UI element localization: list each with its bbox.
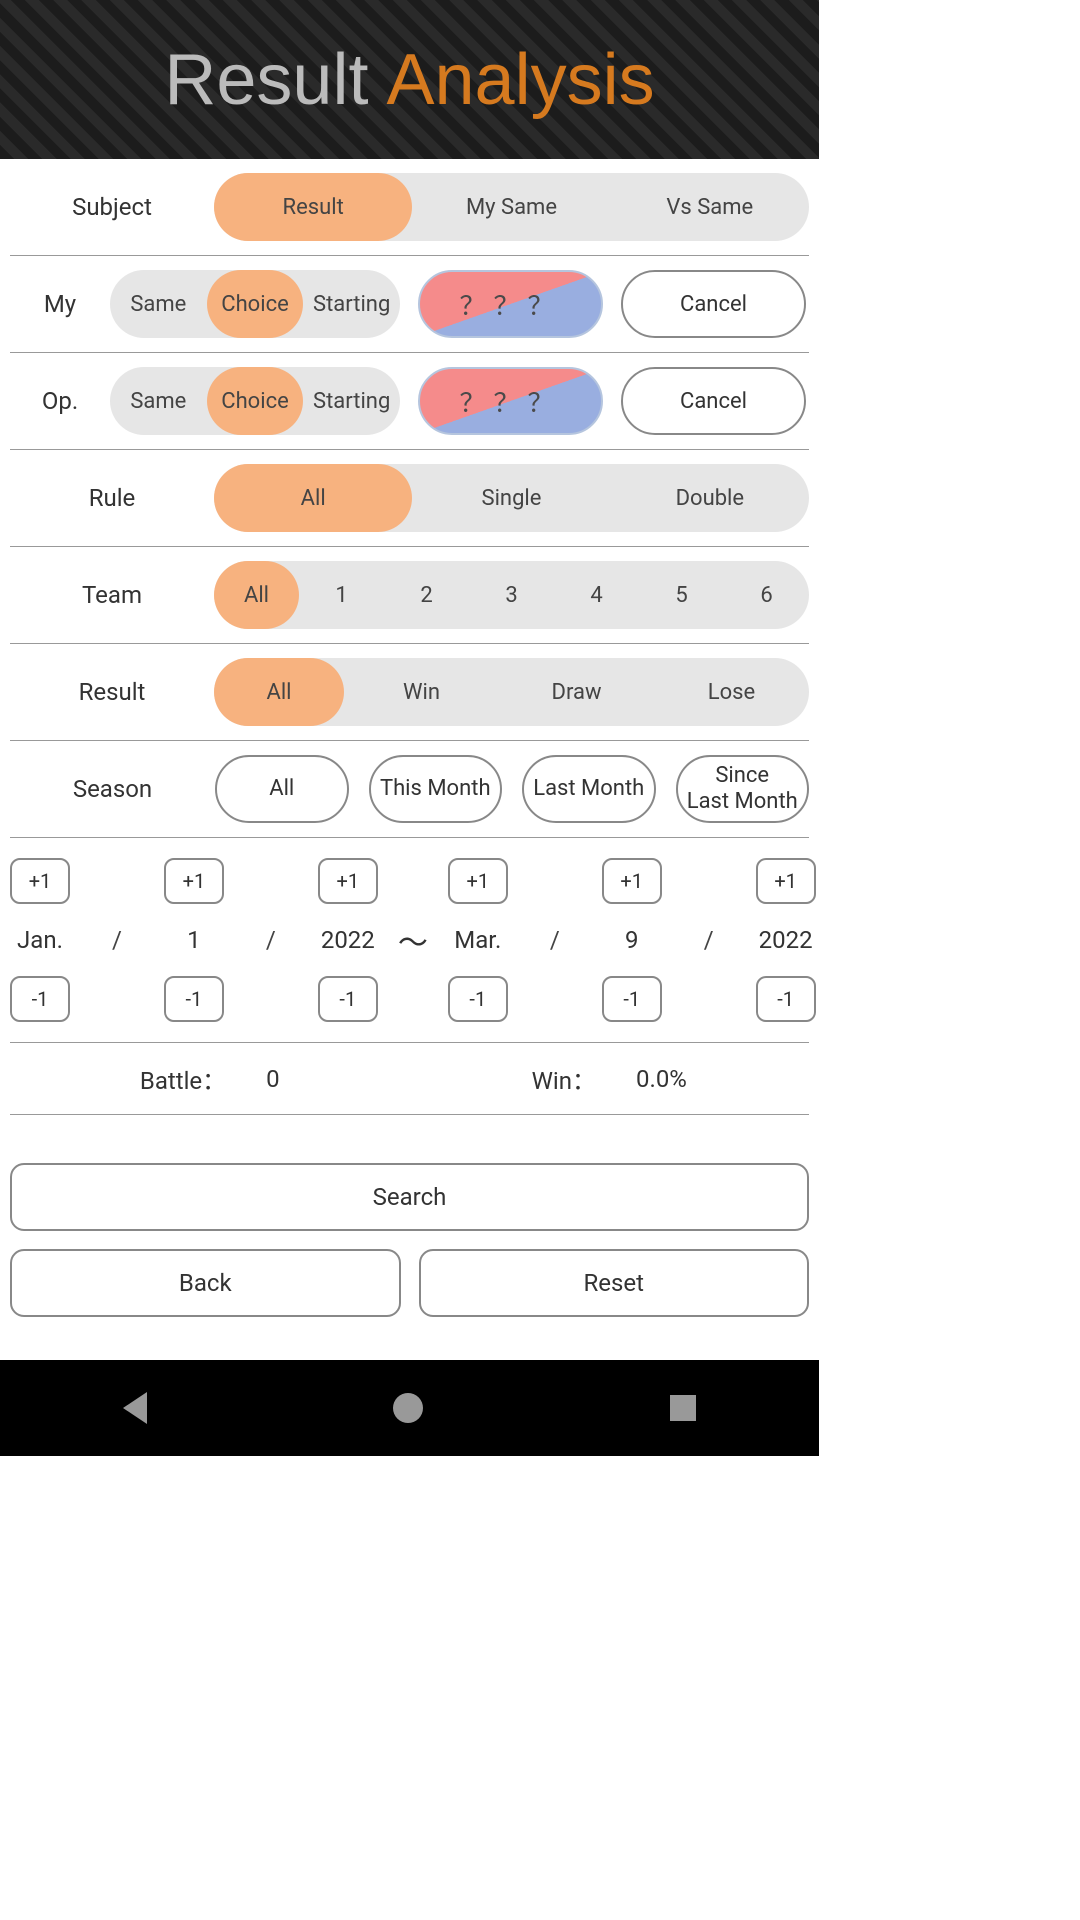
android-home-icon[interactable] bbox=[393, 1393, 423, 1423]
team-option-5[interactable]: 5 bbox=[639, 561, 724, 629]
from-day-minus-button[interactable]: -1 bbox=[164, 976, 224, 1022]
search-button[interactable]: Search bbox=[10, 1163, 809, 1231]
season-option-since-last-month[interactable]: Since Last Month bbox=[676, 755, 810, 823]
my-label: My bbox=[10, 290, 110, 318]
from-day-value: 1 bbox=[187, 926, 201, 954]
season-label: Season bbox=[10, 775, 215, 803]
team-option-6[interactable]: 6 bbox=[724, 561, 809, 629]
from-year-plus-button[interactable]: +1 bbox=[318, 858, 378, 904]
result-option-lose[interactable]: Lose bbox=[654, 658, 809, 726]
op-option-choice[interactable]: Choice bbox=[207, 367, 304, 435]
from-month-minus-button[interactable]: -1 bbox=[10, 976, 70, 1022]
subject-label: Subject bbox=[10, 193, 214, 221]
header: Result Analysis bbox=[0, 0, 819, 159]
from-month-value: Jan. bbox=[17, 926, 63, 954]
my-option-choice[interactable]: Choice bbox=[207, 270, 304, 338]
rule-option-all[interactable]: All bbox=[214, 464, 412, 532]
date-sep: / bbox=[254, 926, 288, 954]
team-option-all[interactable]: All bbox=[214, 561, 299, 629]
my-cancel-button[interactable]: Cancel bbox=[621, 270, 806, 338]
subject-option-my-same[interactable]: My Same bbox=[412, 173, 610, 241]
rule-label: Rule bbox=[10, 484, 214, 512]
result-option-all[interactable]: All bbox=[214, 658, 344, 726]
to-day-minus-button[interactable]: -1 bbox=[602, 976, 662, 1022]
rule-option-single[interactable]: Single bbox=[412, 464, 610, 532]
op-cancel-button[interactable]: Cancel bbox=[621, 367, 806, 435]
team-option-4[interactable]: 4 bbox=[554, 561, 639, 629]
team-option-3[interactable]: 3 bbox=[469, 561, 554, 629]
result-label: Result bbox=[10, 678, 214, 706]
to-year-minus-button[interactable]: -1 bbox=[756, 976, 816, 1022]
date-sep: / bbox=[538, 926, 572, 954]
my-indicator[interactable]: ？？？ bbox=[418, 270, 603, 338]
to-day-value: 9 bbox=[625, 926, 639, 954]
season-option-last-month[interactable]: Last Month bbox=[522, 755, 656, 823]
tilde-icon: 〜 bbox=[378, 918, 448, 962]
to-day-plus-button[interactable]: +1 bbox=[602, 858, 662, 904]
from-year-value: 2022 bbox=[321, 926, 375, 954]
from-day-plus-button[interactable]: +1 bbox=[164, 858, 224, 904]
android-recent-icon[interactable] bbox=[670, 1395, 696, 1421]
op-option-same[interactable]: Same bbox=[110, 367, 207, 435]
win-value: 0.0% bbox=[636, 1065, 687, 1093]
to-year-plus-button[interactable]: +1 bbox=[756, 858, 816, 904]
op-option-starting[interactable]: Starting bbox=[303, 367, 400, 435]
to-month-value: Mar. bbox=[454, 926, 501, 954]
header-title-1: Result bbox=[164, 39, 368, 121]
battle-label: Battle： bbox=[140, 1061, 226, 1096]
team-label: Team bbox=[10, 581, 214, 609]
season-option-this-month[interactable]: This Month bbox=[369, 755, 503, 823]
battle-value: 0 bbox=[266, 1065, 280, 1093]
back-button[interactable]: Back bbox=[10, 1249, 401, 1317]
op-indicator[interactable]: ？？？ bbox=[418, 367, 603, 435]
result-option-draw[interactable]: Draw bbox=[499, 658, 654, 726]
android-back-icon[interactable] bbox=[123, 1392, 147, 1424]
subject-option-vs-same[interactable]: Vs Same bbox=[611, 173, 809, 241]
from-month-plus-button[interactable]: +1 bbox=[10, 858, 70, 904]
to-month-plus-button[interactable]: +1 bbox=[448, 858, 508, 904]
rule-option-double[interactable]: Double bbox=[611, 464, 809, 532]
date-sep: / bbox=[100, 926, 134, 954]
header-title-2: Analysis bbox=[386, 39, 654, 121]
android-nav-bar bbox=[0, 1360, 819, 1456]
result-option-win[interactable]: Win bbox=[344, 658, 499, 726]
from-year-minus-button[interactable]: -1 bbox=[318, 976, 378, 1022]
date-sep: / bbox=[692, 926, 726, 954]
subject-option-result[interactable]: Result bbox=[214, 173, 412, 241]
to-year-value: 2022 bbox=[759, 926, 813, 954]
op-label: Op. bbox=[10, 387, 110, 415]
win-label: Win： bbox=[532, 1061, 596, 1096]
to-month-minus-button[interactable]: -1 bbox=[448, 976, 508, 1022]
team-option-1[interactable]: 1 bbox=[299, 561, 384, 629]
my-option-same[interactable]: Same bbox=[110, 270, 207, 338]
team-option-2[interactable]: 2 bbox=[384, 561, 469, 629]
reset-button[interactable]: Reset bbox=[419, 1249, 810, 1317]
season-option-all[interactable]: All bbox=[215, 755, 349, 823]
my-option-starting[interactable]: Starting bbox=[303, 270, 400, 338]
